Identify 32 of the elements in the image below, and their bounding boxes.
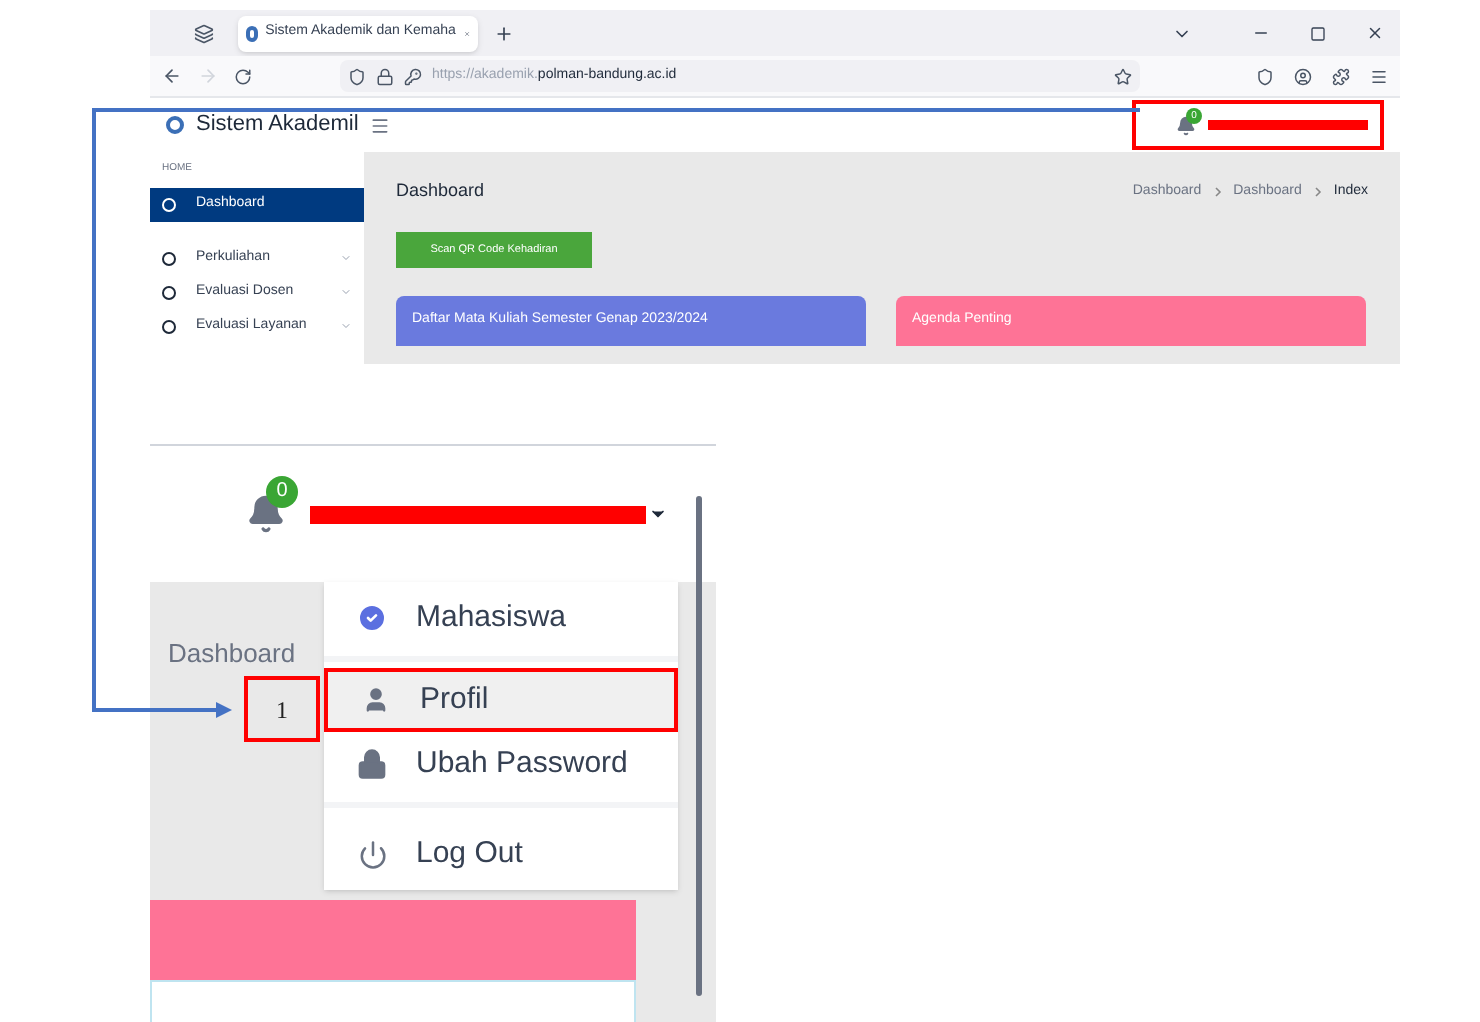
app-title: Sistem Akademil — [196, 110, 359, 141]
lock-icon — [376, 67, 394, 85]
notification-badge: 0 — [266, 476, 298, 508]
extensions-icon[interactable] — [1332, 67, 1350, 85]
reload-icon[interactable] — [234, 67, 252, 85]
page-heading: Dashboard — [168, 636, 296, 672]
power-icon — [357, 839, 387, 869]
menu-item[interactable]: Mahasiswa — [324, 586, 678, 650]
lock-icon — [356, 748, 388, 780]
maximize-icon[interactable] — [1310, 25, 1326, 41]
shield-icon — [348, 67, 366, 85]
menu-item[interactable]: Log Out — [324, 822, 678, 886]
new-tab-icon[interactable] — [494, 23, 514, 43]
close-window-icon[interactable] — [1366, 24, 1384, 42]
check-circle-icon — [356, 602, 388, 634]
key-icon — [404, 67, 422, 85]
chevron-icon — [1213, 186, 1222, 198]
browser-menu-icon[interactable] — [1370, 67, 1388, 85]
bell-icon[interactable] — [246, 494, 286, 534]
menu-item[interactable]: Profil — [324, 668, 678, 732]
user-icon — [362, 686, 390, 714]
callout-number: 1 — [244, 676, 320, 742]
page-heading: Dashboard — [396, 178, 485, 205]
hamburger-icon[interactable] — [370, 115, 391, 135]
tab-list-icon[interactable] — [194, 23, 214, 43]
logo-icon — [166, 116, 184, 134]
menu-item[interactable]: Ubah Password — [324, 732, 678, 796]
back-icon[interactable] — [162, 66, 182, 86]
account-icon[interactable] — [1294, 67, 1312, 85]
bookmark-star-icon[interactable] — [1114, 67, 1132, 85]
chevron-icon — [1313, 186, 1322, 198]
favicon-icon — [246, 25, 258, 41]
